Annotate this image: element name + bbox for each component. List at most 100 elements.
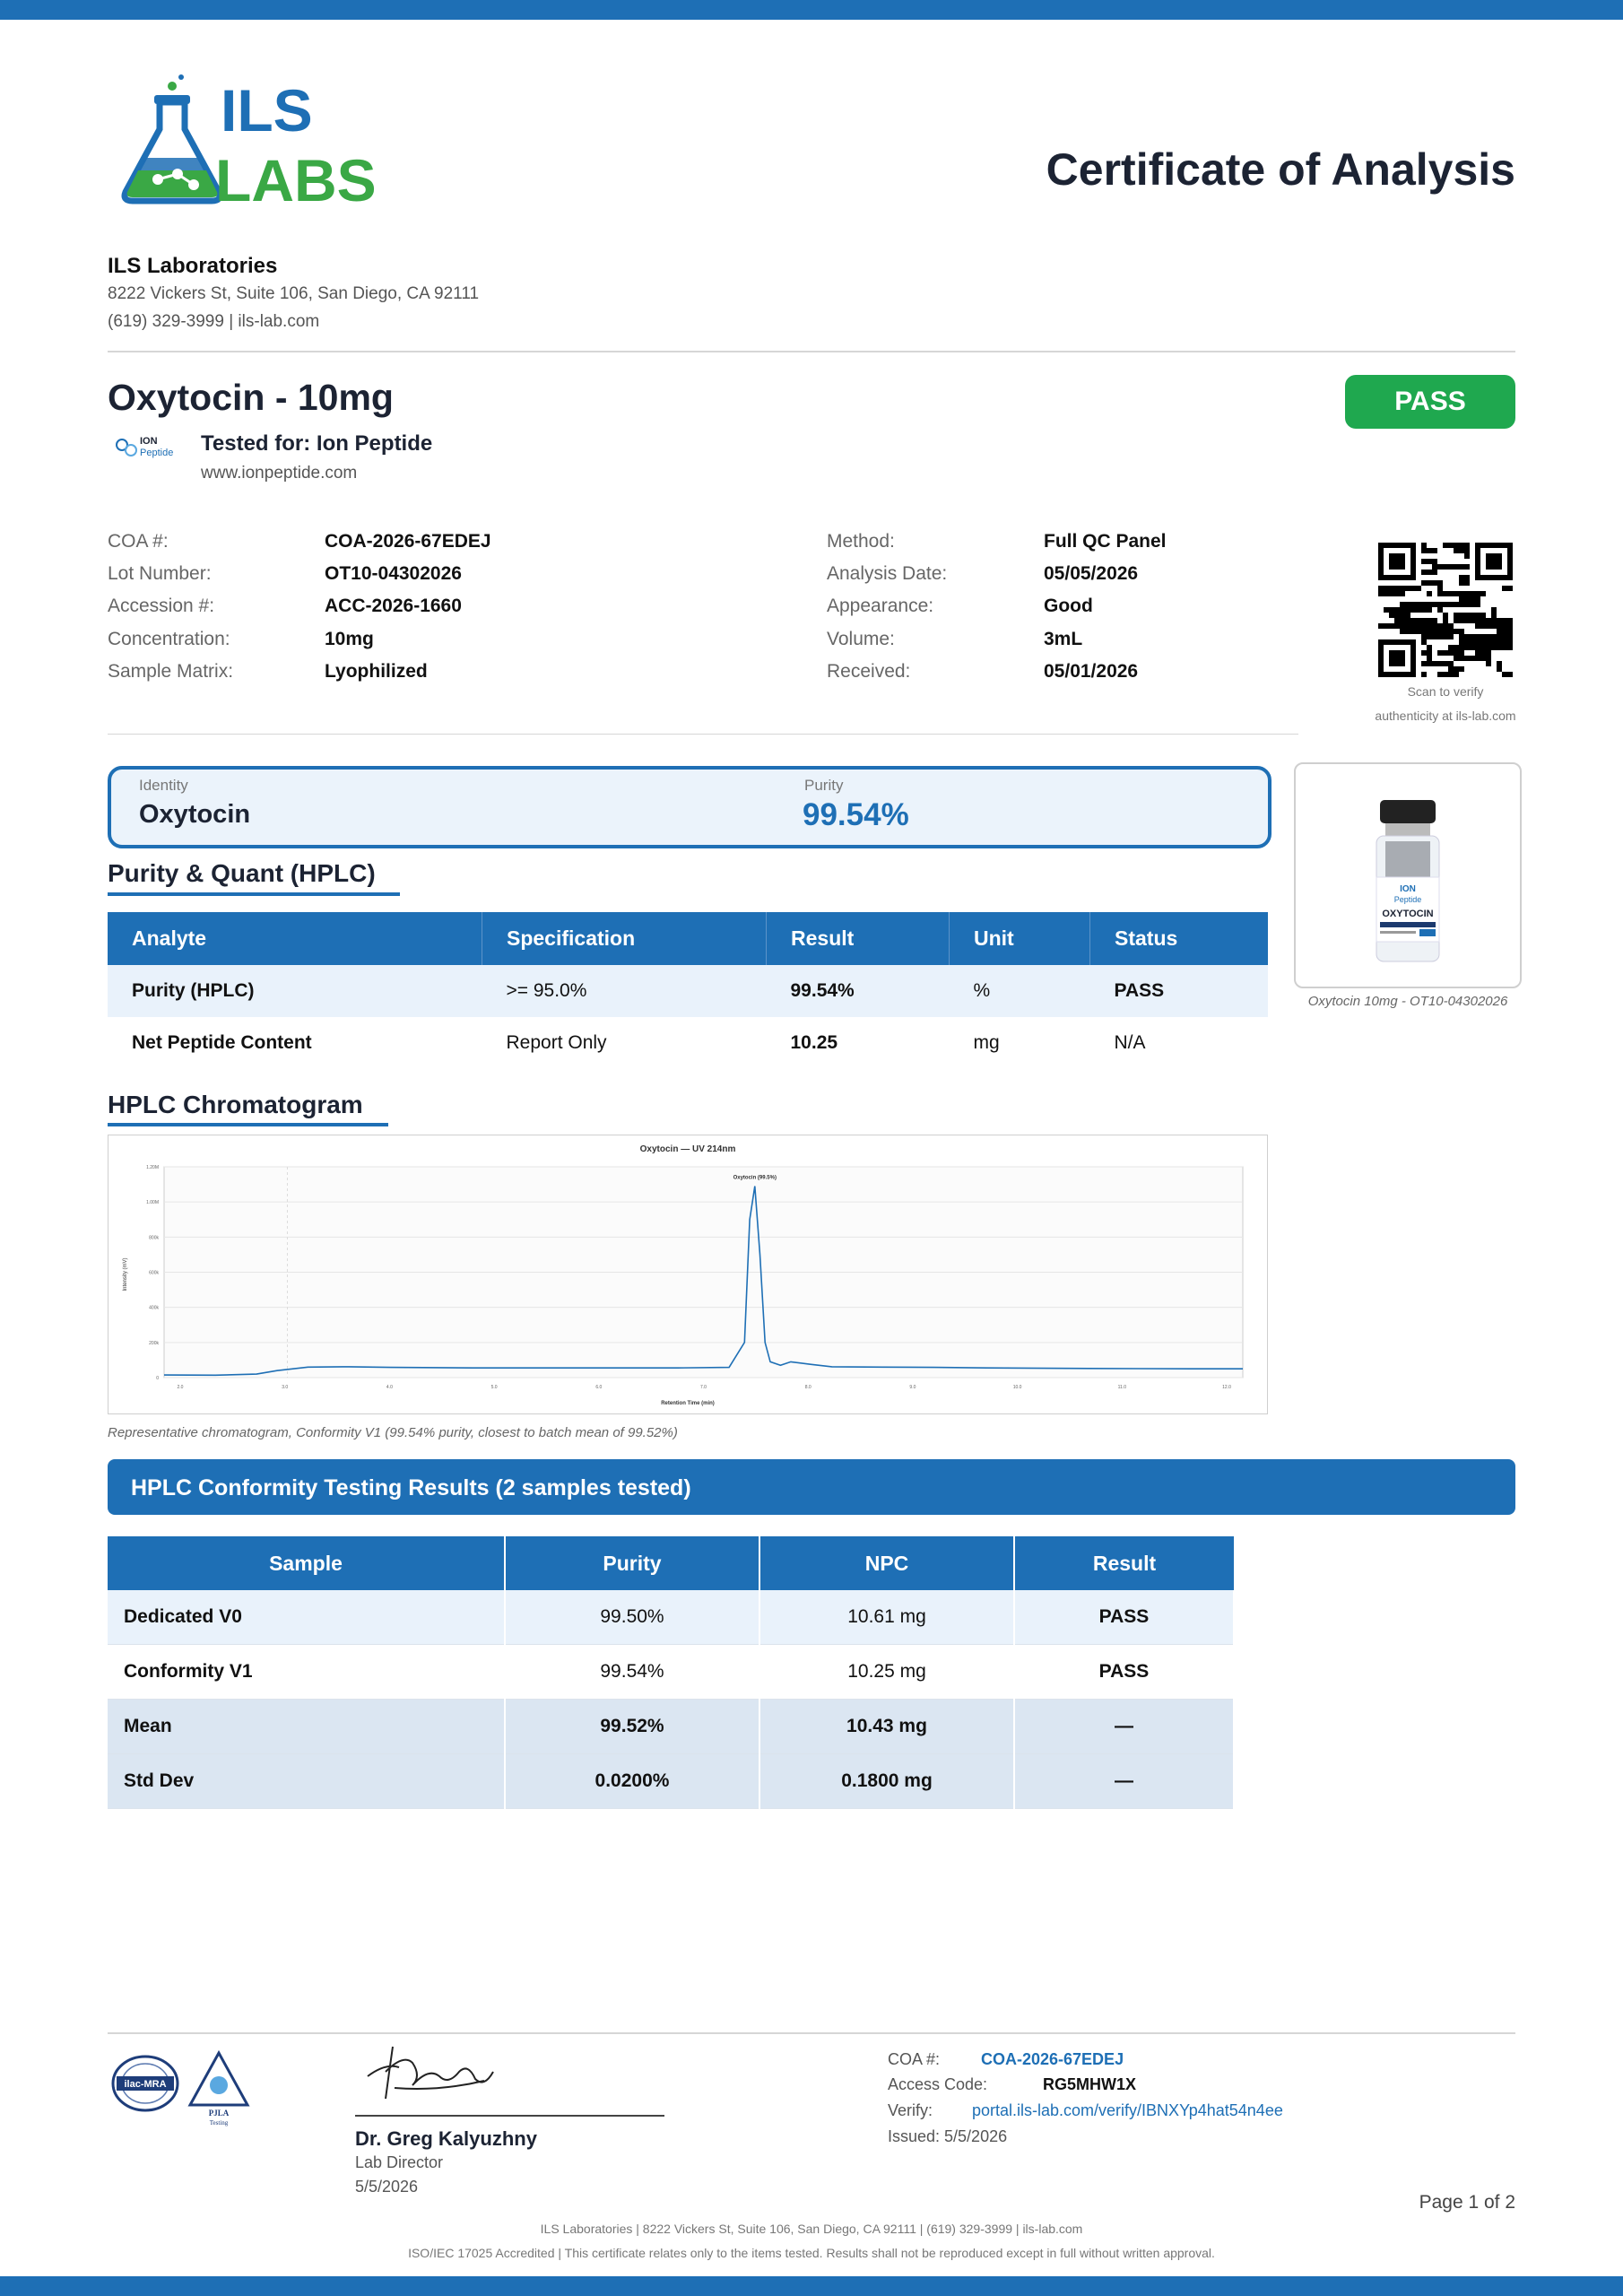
- table-row: Net Peptide Content Report Only 10.25 mg…: [108, 1017, 1268, 1069]
- table-header: Analyte Specification Result Unit Status: [108, 912, 1268, 965]
- chart-peak-label: Oxytocin (99.5%): [733, 1176, 777, 1181]
- signature-image: [359, 2036, 511, 2108]
- cell-status: PASS: [1089, 965, 1268, 1017]
- chart-title: Oxytocin — UV 214nm: [640, 1144, 736, 1154]
- purity-label: Purity: [804, 777, 844, 794]
- table-row: Mean 99.52% 10.43 mg —: [108, 1699, 1235, 1754]
- vial-label-mid: Peptide: [1394, 895, 1422, 904]
- chromatogram-underline: [108, 1123, 388, 1126]
- meta-label: Appearance:: [827, 596, 934, 616]
- pjla-logo-sub: Testing: [210, 2119, 229, 2126]
- chart-x-tick: 12.0: [1222, 1385, 1231, 1390]
- meta-label: Received:: [827, 661, 911, 682]
- header-divider: [108, 351, 1515, 352]
- col-npc: NPC: [759, 1536, 1015, 1590]
- cell-result: —: [1014, 1699, 1235, 1754]
- meta-value: OT10-04302026: [325, 563, 462, 584]
- cell-npc: 10.43 mg: [759, 1699, 1015, 1754]
- cell-purity: 99.52%: [505, 1699, 760, 1754]
- identity-label: Identity: [139, 777, 188, 794]
- client-logo: ION Peptide: [111, 430, 192, 463]
- cell-spec: >= 95.0%: [482, 965, 767, 1017]
- vial-caption: Oxytocin 10mg - OT10-04302026: [1307, 994, 1508, 1009]
- cell-sample: Dedicated V0: [108, 1590, 506, 1645]
- cell-unit: mg: [973, 1032, 1000, 1053]
- meta-value: 05/01/2026: [1044, 661, 1139, 682]
- chart-y-tick: 400k: [149, 1306, 159, 1311]
- meta-value: 3mL: [1044, 629, 1083, 649]
- cell-status: N/A: [1114, 1032, 1146, 1053]
- meta-value: 10mg: [325, 629, 374, 649]
- vial-label-top: ION: [1400, 884, 1416, 894]
- chart-xlabel: Retention Time (min): [661, 1401, 715, 1406]
- chart-x-tick: 4.0: [386, 1385, 393, 1390]
- footer-coa-value: COA-2026-67EDEJ: [981, 2050, 1124, 2068]
- client-logo-top: ION: [140, 436, 158, 447]
- footer-divider: [108, 2032, 1515, 2034]
- table-row: Dedicated V0 99.50% 10.61 mg PASS: [108, 1590, 1235, 1645]
- table-row: Conformity V1 99.54% 10.25 mg PASS: [108, 1644, 1235, 1700]
- purity-value: 99.54%: [803, 797, 909, 832]
- logo-text-top: ILS: [221, 77, 313, 144]
- cell-npc: 10.61 mg: [759, 1590, 1015, 1645]
- chart-x-tick: 9.0: [909, 1385, 916, 1390]
- logo-text-bottom: LABS: [215, 147, 377, 208]
- client-url[interactable]: www.ionpeptide.com: [201, 464, 357, 483]
- signatory-name: Dr. Greg Kalyuzhny: [355, 2127, 537, 2150]
- bottom-accent-bar: [0, 2276, 1623, 2296]
- summary-box: [108, 766, 1271, 848]
- accreditation-logos: ilac-MRA PJLA Testing: [111, 2049, 255, 2130]
- cell-analyte: Purity (HPLC): [108, 965, 482, 1017]
- cell-purity: 0.0200%: [505, 1753, 760, 1809]
- footer-coa-label: COA #:: [888, 2050, 941, 2068]
- chart-x-tick: 8.0: [805, 1385, 812, 1390]
- ils-labs-logo: ILS LABS: [106, 74, 393, 213]
- footer-disclaimer: ISO/IEC 17025 Accredited | This certific…: [408, 2246, 1215, 2260]
- top-accent-bar: [0, 0, 1623, 20]
- meta-label: Lot Number:: [108, 563, 212, 584]
- client-logo-bottom: Peptide: [140, 448, 173, 458]
- footer-access-value: RG5MHW1X: [1043, 2075, 1137, 2093]
- pjla-logo-text: PJLA: [209, 2109, 230, 2118]
- purity-table: Analyte Specification Result Unit Status…: [108, 912, 1268, 1069]
- meta-label: Concentration:: [108, 629, 230, 649]
- cell-analyte: Net Peptide Content: [132, 1032, 312, 1053]
- purity-section-underline: [108, 892, 400, 896]
- footer-access-label: Access Code:: [888, 2075, 988, 2093]
- footer-verify-label: Verify:: [888, 2101, 933, 2119]
- vial-image: ION Peptide OXYTOCIN: [1294, 762, 1522, 988]
- col-status: Status: [1089, 912, 1268, 965]
- cell-result: —: [1014, 1753, 1235, 1809]
- chart-x-tick: 3.0: [282, 1385, 288, 1390]
- cell-result: 99.54%: [766, 965, 950, 1017]
- footer-address: ILS Laboratories | 8222 Vickers St, Suit…: [540, 2222, 1083, 2236]
- meta-label: Analysis Date:: [827, 563, 948, 584]
- lab-address: 8222 Vickers St, Suite 106, San Diego, C…: [108, 284, 480, 303]
- col-sample: Sample: [108, 1536, 506, 1590]
- vial-label-name: OXYTOCIN: [1382, 909, 1433, 919]
- meta-value: Full QC Panel: [1044, 531, 1167, 552]
- document-title: Certificate of Analysis: [1046, 144, 1515, 195]
- chromatogram-caption: Representative chromatogram, Conformity …: [108, 1425, 678, 1440]
- meta-value: Good: [1044, 596, 1093, 616]
- pass-badge: PASS: [1345, 375, 1515, 429]
- meta-label: COA #:: [108, 531, 169, 552]
- meta-value: 05/05/2026: [1044, 563, 1139, 584]
- cell-sample: Mean: [108, 1699, 506, 1754]
- col-result: Result: [1014, 1536, 1234, 1590]
- signature-line: [355, 2115, 664, 2117]
- chart-y-tick: 0: [156, 1376, 159, 1381]
- qr-code[interactable]: [1377, 543, 1514, 677]
- signature-date: 5/5/2026: [355, 2178, 419, 2196]
- cell-result: PASS: [1014, 1590, 1235, 1645]
- lab-name: ILS Laboratories: [108, 254, 278, 278]
- cell-npc: 0.1800 mg: [759, 1753, 1015, 1809]
- cell-purity: 99.54%: [505, 1644, 760, 1700]
- tested-for: Tested for: Ion Peptide: [201, 431, 433, 456]
- cell-sample: Std Dev: [108, 1753, 506, 1809]
- verify-link[interactable]: portal.ils-lab.com/verify/IBNXYp4hat54n4…: [972, 2101, 1283, 2120]
- conformity-title: HPLC Conformity Testing Results (2 sampl…: [131, 1475, 691, 1500]
- chart-y-tick: 200k: [149, 1341, 159, 1346]
- footer-issued: Issued: 5/5/2026: [888, 2127, 1008, 2145]
- lab-contact: (619) 329-3999 | ils-lab.com: [108, 312, 320, 331]
